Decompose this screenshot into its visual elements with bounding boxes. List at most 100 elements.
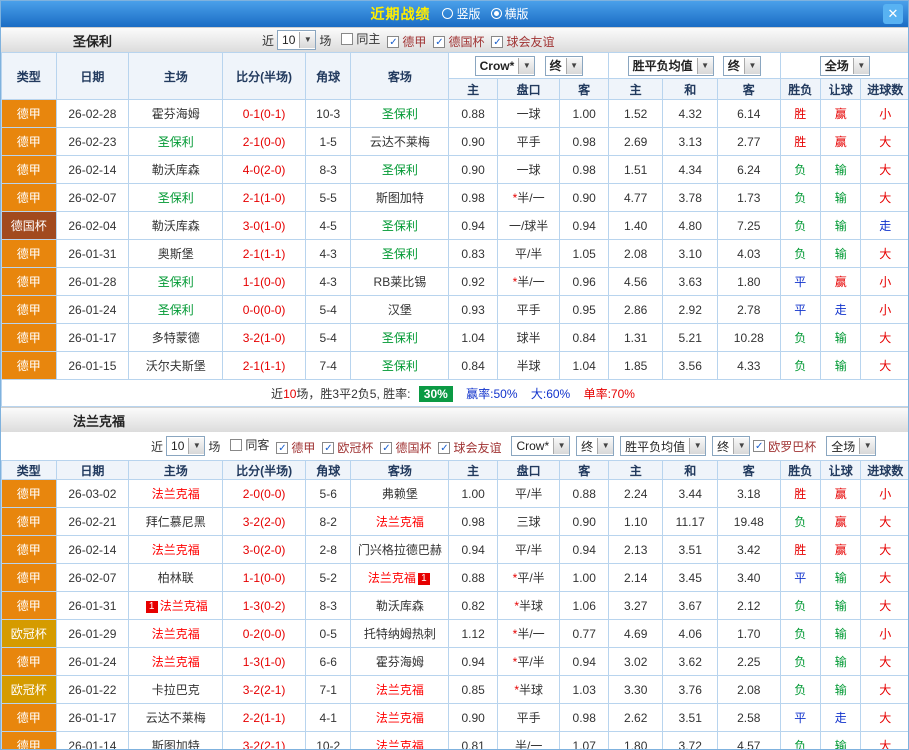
score-cell[interactable]: 1-3(1-0) [222,647,306,676]
scope-select[interactable]: 全场 ▼ [819,55,870,76]
score-cell[interactable]: 3-2(2-1) [222,731,306,749]
score-cell[interactable]: 1-1(0-0) [222,267,306,296]
score-cell[interactable]: 3-2(1-0) [222,323,306,352]
home-team-cell[interactable]: 1 法兰克福 [128,591,224,620]
home-team-cell[interactable]: 法兰克福 [128,647,224,676]
home-team-cell[interactable]: 拜仁慕尼黑 [128,507,224,536]
home-team-cell[interactable]: 法兰克福 [128,619,224,648]
handicap-result-cell: 赢 [819,99,862,128]
bookmaker-select[interactable]: Crow* ▼ [474,55,536,76]
home-team-cell[interactable]: 勒沃库森 [128,211,224,240]
away-team-cell[interactable]: 圣保利 [350,211,450,240]
close-icon[interactable]: ✕ [883,4,903,24]
app-window: 近期战绩 竖版 横版 ✕ 圣保利 近 10 ▼ 场 同主 ✓ 德甲 ✓ 德国杯 ✓ 球会友谊 … [0,0,909,750]
score-cell[interactable]: 2-1(1-1) [222,351,306,380]
away-team-cell[interactable]: 汉堡 [350,295,450,324]
away-team-cell[interactable]: 霍芬海姆 [350,647,450,676]
date-cell: 26-01-28 [55,267,130,296]
odds-average-select[interactable]: 胜平负均值 ▼ [620,436,707,456]
away-team-cell[interactable]: 圣保利 [350,155,450,184]
home-team-cell[interactable]: 奥斯堡 [128,239,224,268]
filter-checkbox[interactable]: 同客 [230,436,269,453]
bookmaker-select[interactable]: Crow* ▼ [511,436,571,456]
away-team-cell[interactable]: 圣保利 [350,99,450,128]
bookmaker-final-select[interactable]: 终 ▼ [544,55,583,76]
away-team-cell[interactable]: 法兰克福 [350,731,450,749]
home-team-cell[interactable]: 卡拉巴克 [128,675,224,704]
filter-checkbox[interactable]: ✓ 欧罗巴杯 [753,438,816,455]
bookmaker-final-select[interactable]: 终 ▼ [576,436,615,456]
home-team-cell[interactable]: 云达不莱梅 [128,703,224,732]
score-cell[interactable]: 3-0(2-0) [222,535,306,564]
home-team-cell[interactable]: 勒沃库森 [128,155,224,184]
away-team-cell[interactable]: 法兰克福 1 [350,563,450,592]
score-cell[interactable]: 4-0(2-0) [222,155,306,184]
away-team-cell[interactable]: 圣保利 [350,239,450,268]
score-cell[interactable]: 1-3(0-2) [222,591,306,620]
team-name: 圣保利 [157,135,194,149]
score-cell[interactable]: 3-0(1-0) [222,211,306,240]
matches-count-select[interactable]: 10 ▼ [277,30,317,50]
filter-checkbox[interactable]: ✓ 德国杯 [380,439,431,456]
score-cell[interactable]: 2-1(1-1) [222,239,306,268]
filter-checkbox[interactable]: ✓ 球会友谊 [438,439,501,456]
score-cell[interactable]: 0-0(0-0) [222,295,306,324]
away-team-cell[interactable]: 云达不莱梅 [350,127,450,156]
radio-icon [490,7,502,19]
home-team-cell[interactable]: 圣保利 [128,183,224,212]
home-team-cell[interactable]: 沃尔夫斯堡 [128,351,224,380]
handicap-result-cell: 赢 [819,127,862,156]
odds-average-select[interactable]: 胜平负均值 ▼ [627,55,714,76]
col-odds-draw: 和 [662,78,718,100]
home-team-cell[interactable]: 多特蒙德 [128,323,224,352]
score-cell[interactable]: 3-2(2-0) [222,507,306,536]
away-team-cell[interactable]: 圣保利 [350,351,450,380]
corner-cell: 7-1 [304,675,352,704]
layout-radio-option[interactable]: 竖版 [442,5,481,22]
filter-checkbox[interactable]: ✓ 欧冠杯 [322,439,373,456]
away-team-cell[interactable]: 圣保利 [350,323,450,352]
score-cell[interactable]: 2-1(1-0) [222,183,306,212]
odds-final-select[interactable]: 终 ▼ [712,436,751,456]
filter-checkbox[interactable]: ✓ 球会友谊 [491,33,554,50]
score-cell[interactable]: 2-1(0-0) [222,127,306,156]
home-team-cell[interactable]: 法兰克福 [128,479,224,508]
result-cell: 负 [779,507,822,536]
filter-checkbox[interactable]: ✓ 德甲 [387,33,426,50]
score-cell[interactable]: 0-2(0-0) [222,619,306,648]
home-team-cell[interactable]: 圣保利 [128,295,224,324]
home-team-cell[interactable]: 斯图加特 [128,731,224,749]
home-team-cell[interactable]: 圣保利 [128,267,224,296]
filter-checkbox[interactable]: ✓ 德国杯 [433,33,484,50]
away-team-cell[interactable]: 勒沃库森 [350,591,450,620]
layout-radio-selected[interactable]: 横版 [490,5,529,22]
col-away-water: 客 [559,78,609,100]
away-team-cell[interactable]: 法兰克福 [350,507,450,536]
filter-checkbox[interactable]: ✓ 德甲 [276,439,315,456]
score-cell[interactable]: 2-2(1-1) [222,703,306,732]
away-team-cell[interactable]: 斯图加特 [350,183,450,212]
home-team-cell[interactable]: 霍芬海姆 [128,99,224,128]
score-cell[interactable]: 2-0(0-0) [222,479,306,508]
home-water-cell: 0.90 [448,155,498,184]
home-team-cell[interactable]: 圣保利 [128,127,224,156]
away-team-cell[interactable]: 弗赖堡 [350,479,450,508]
chevron-down-icon: ▼ [743,57,760,74]
filter-checkbox[interactable]: 同主 [341,30,380,47]
handicap-result-cell: 输 [819,239,862,268]
away-team-cell[interactable]: 托特纳姆热刺 [350,619,450,648]
score-cell[interactable]: 0-1(0-1) [222,99,306,128]
odds-final-select[interactable]: 终 ▼ [722,55,761,76]
home-team-cell[interactable]: 柏林联 [128,563,224,592]
scope-select[interactable]: 全场 ▼ [826,436,877,456]
away-team-cell[interactable]: RB莱比锡 [350,267,450,296]
score-cell[interactable]: 1-1(0-0) [222,563,306,592]
away-team-cell[interactable]: 法兰克福 [350,675,450,704]
away-team-cell[interactable]: 门兴格拉德巴赫 [350,535,450,564]
team-name: 勒沃库森 [151,219,200,233]
away-team-cell[interactable]: 法兰克福 [350,703,450,732]
home-team-cell[interactable]: 法兰克福 [128,535,224,564]
score-cell[interactable]: 3-2(2-1) [222,675,306,704]
matches-count-select[interactable]: 10 ▼ [166,436,206,456]
team-name: 柏林联 [157,571,194,585]
